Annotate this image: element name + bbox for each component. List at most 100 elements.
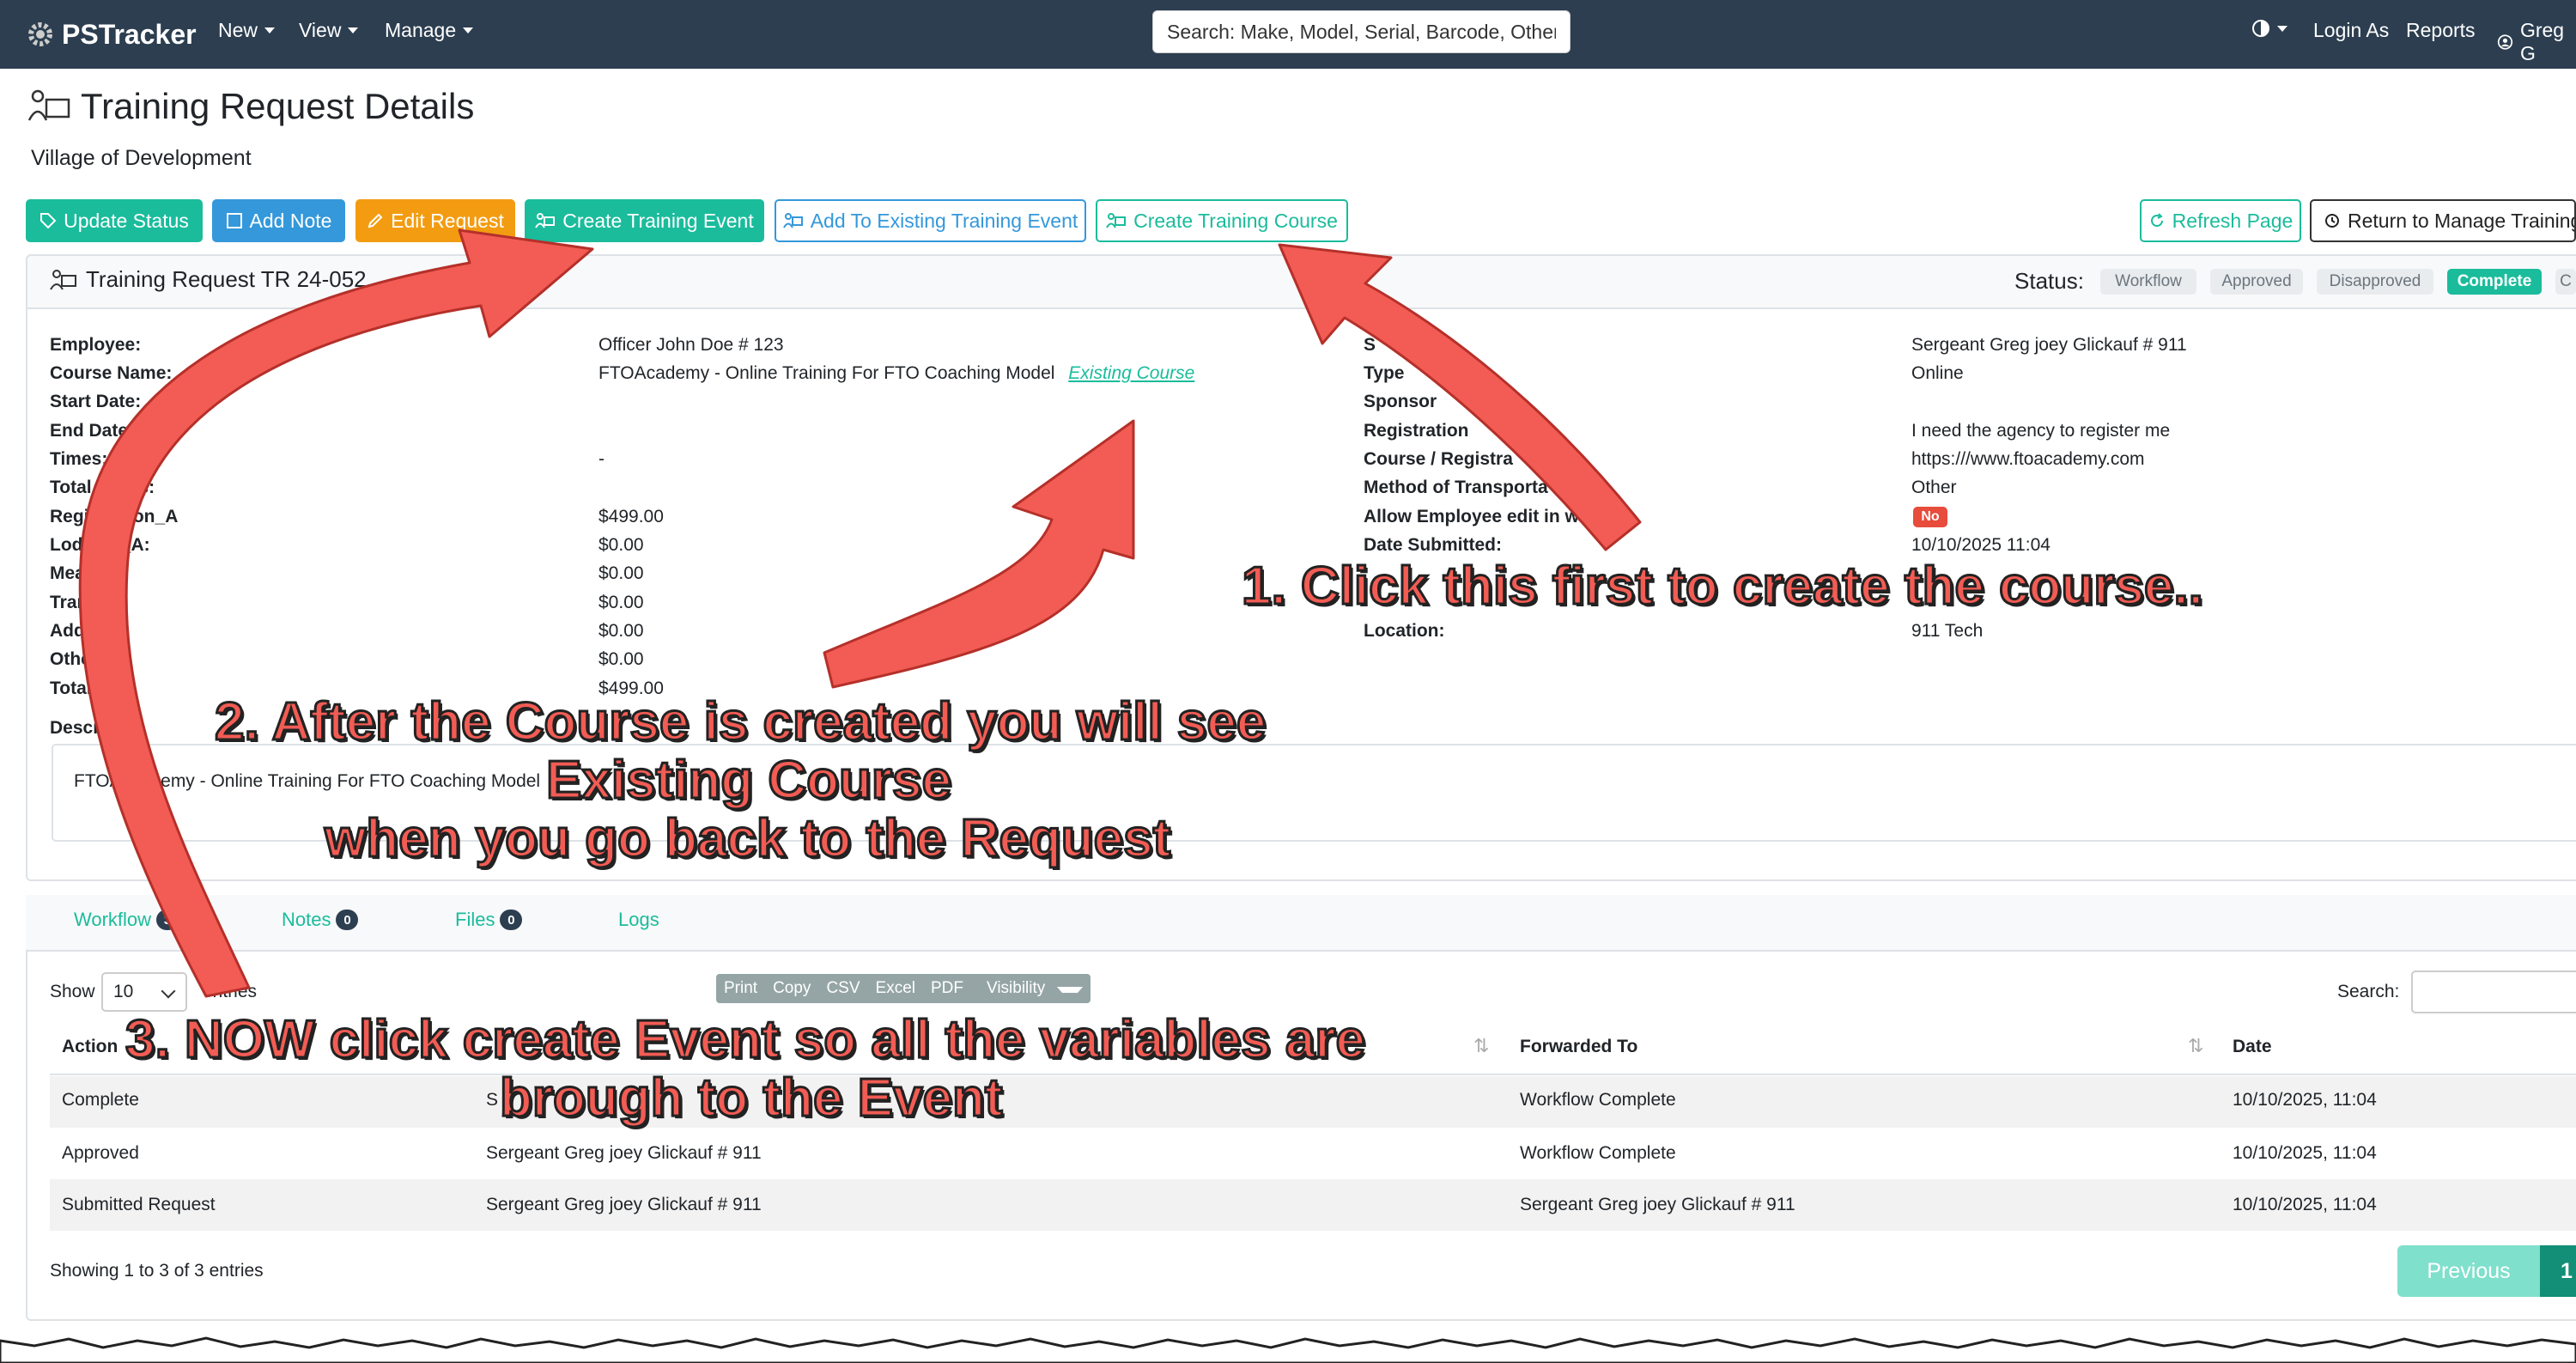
menu-manage[interactable]: Manage [385,19,474,42]
table-row[interactable]: Approved Sergeant Greg joey Glickauf # 9… [50,1128,2576,1179]
request-title-text: Training Request TR 24-052 [86,266,367,292]
meals-label: Meals_A: [50,563,130,583]
menu-view[interactable]: View [299,19,359,42]
employee-value: Officer John Doe # 123 [598,335,784,355]
torn-edge-decoration [0,1336,2576,1363]
refresh-icon [2150,213,2163,227]
brand[interactable]: PSTracker [26,14,197,55]
date-submitted-label: Date Submitted: [1364,535,1503,555]
tag-icon [40,213,57,229]
page-size-select[interactable]: 10 [101,972,187,1012]
registration-method-label: Registration [1364,421,1469,441]
pdf-button[interactable]: PDF [923,979,971,998]
status-pill-complete[interactable]: Complete [2447,269,2542,295]
history-icon [2325,214,2339,228]
create-training-event-button[interactable]: Create Training Event [525,199,764,242]
col-action[interactable]: Action [62,1037,118,1057]
tab-logs[interactable]: Logs [618,909,659,931]
tab-workflow-count: 3 [156,910,179,930]
page-1-button[interactable]: 1 [2540,1245,2576,1297]
status-pill-approved[interactable]: Approved [2210,269,2303,295]
meals-value: $0.00 [598,563,644,583]
training-icon [782,213,803,228]
existing-course-link[interactable]: Existing Course [1068,363,1194,383]
tab-notes[interactable]: Notes 0 [282,909,359,931]
return-to-manage-label: Return to Manage Training [2348,209,2576,232]
row-by: Sergeant Greg joey Glickauf # 911 [486,1195,762,1214]
allow-edit-label: Allow Employee edit in w [1364,507,1579,526]
additional-expense-label: Additio [50,621,112,641]
login-as-link[interactable]: Login As [2313,19,2389,42]
row-action: Submitted Request [62,1195,216,1214]
location-value: 911 Tech [1911,621,1984,641]
tab-logs-label: Logs [618,909,659,930]
menu-view-label: View [299,19,342,41]
print-button[interactable]: Print [716,979,765,998]
course-name-text: FTOAcademy - Online Training For FTO Coa… [598,363,1055,383]
return-to-manage-button[interactable]: Return to Manage Training [2310,199,2576,242]
export-button-group: Print Copy CSV Excel PDF Visibility [716,974,1091,1003]
training-icon [1106,213,1127,228]
annotation-step-3-line-2: brough to the Event [499,1068,1005,1129]
top-navbar: PSTracker New View Manage Login As Repor… [0,0,2576,69]
create-training-event-label: Create Training Event [562,209,754,232]
status-pill-workflow[interactable]: Workflow [2100,269,2196,295]
csv-button[interactable]: CSV [818,979,867,998]
course-name-label: Course Name: [50,363,173,383]
copy-button[interactable]: Copy [765,979,818,998]
lodging-value: $0.00 [598,535,644,555]
reports-link[interactable]: Reports [2406,19,2476,42]
row-by: S [486,1090,499,1110]
global-search-input[interactable] [1152,10,1571,53]
page-title: Training Request Details [27,86,474,127]
annotation-step-2-line-3: when you go back to the Request [323,808,1171,870]
contrast-icon [2252,20,2269,37]
table-search-label: Search: [2337,982,2400,1001]
visibility-button[interactable]: Visibility [971,979,1091,998]
gear-logo-icon [28,22,52,46]
type-label: Type [1364,363,1405,383]
previous-button[interactable]: Previous [2397,1245,2540,1297]
chevron-down-icon [264,27,276,33]
update-status-button[interactable]: Update Status [26,199,203,242]
theme-toggle[interactable] [2251,19,2287,38]
tab-workflow[interactable]: Workflow 3 [74,909,179,931]
table-row[interactable]: Submitted Request Sergeant Greg joey Gli… [50,1179,2576,1231]
user-menu[interactable]: Greg G [2497,19,2576,65]
menu-new[interactable]: New [218,19,276,42]
add-to-existing-event-button[interactable]: Add To Existing Training Event [775,199,1086,242]
times-value: - [598,449,605,469]
edit-request-button[interactable]: Edit Request [355,199,515,242]
row-date: 10/10/2025, 11:04 [2233,1195,2377,1214]
pagination: Previous 1 [2397,1245,2576,1297]
add-note-button[interactable]: Add Note [212,199,345,242]
excel-button[interactable]: Excel [868,979,923,998]
tab-files-label: Files [455,909,495,930]
annotation-step-3-line-1: 3. NOW click create Event so all the var… [125,1009,1367,1071]
tab-notes-count: 0 [336,910,359,930]
brand-name: PSTracker [62,18,197,50]
col-date[interactable]: Date [2233,1037,2272,1057]
table-search-input[interactable] [2411,971,2576,1013]
additional-expense-value: $0.00 [598,621,644,641]
tab-files[interactable]: Files 0 [455,909,523,931]
page-subtitle: Village of Development [31,146,252,170]
tab-notes-label: Notes [282,909,331,930]
registration-amount-label: Registration_A [50,507,179,526]
col-forwarded-to[interactable]: Forwarded To [1520,1037,1637,1057]
menu-new-label: New [218,19,258,41]
sort-icon[interactable]: ⇅ [2188,1035,2203,1057]
create-training-course-button[interactable]: Create Training Course [1096,199,1348,242]
row-forwarded: Workflow Complete [1520,1090,1676,1110]
status-pill-cancelled[interactable]: C [2555,269,2576,295]
description-text: FTOA emy - Online Training For FTO Coach… [74,771,541,791]
status-pill-disapproved[interactable]: Disapproved [2317,269,2433,295]
table-info: Showing 1 to 3 of 3 entries [50,1261,264,1281]
table-row[interactable]: Complete S Workflow Complete 10/10/2025,… [50,1076,2576,1128]
sort-icon[interactable]: ⇅ [1473,1035,1489,1057]
training-icon [535,213,556,228]
registration-amount-value: $499.00 [598,507,664,526]
row-date: 10/10/2025, 11:04 [2233,1090,2377,1110]
other-label: Other [50,649,99,669]
refresh-page-button[interactable]: Refresh Page [2140,199,2301,242]
